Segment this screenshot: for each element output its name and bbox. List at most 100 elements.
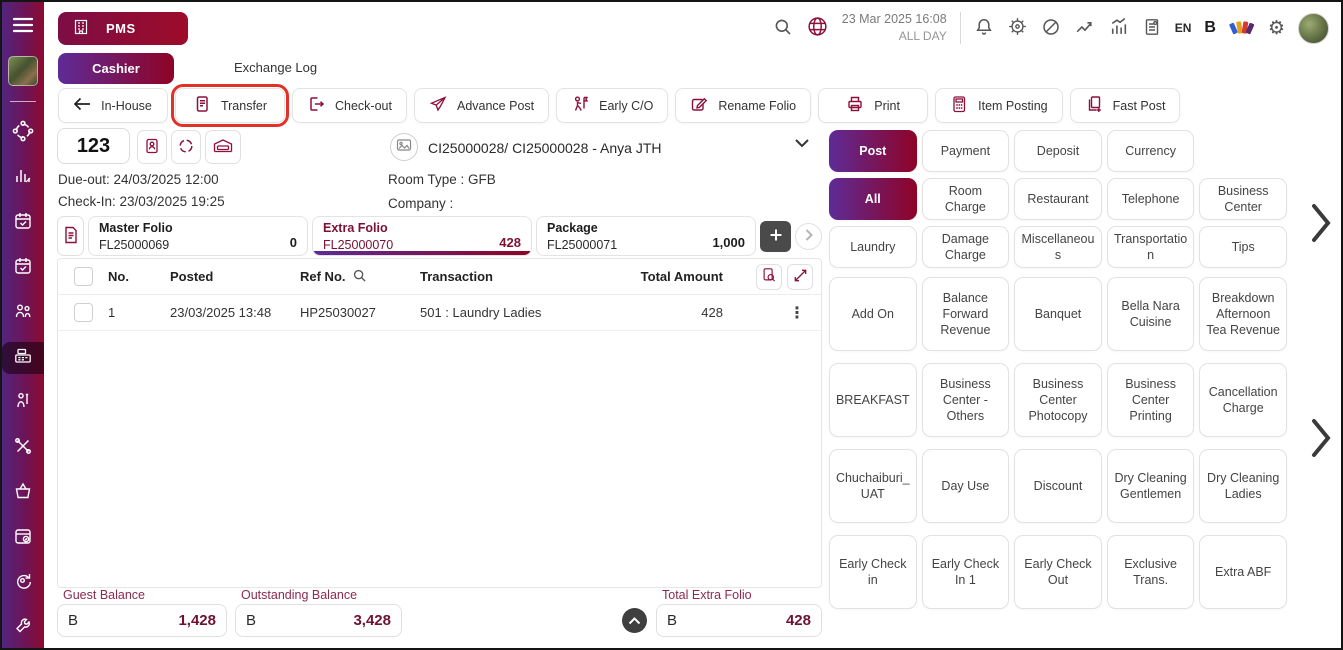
block-button[interactable]	[1041, 17, 1061, 40]
charge-item-button[interactable]: Cancellation Charge	[1199, 363, 1287, 437]
charge-item-button[interactable]: Early Check in	[829, 535, 917, 609]
rename-folio-button[interactable]: Rename Folio	[675, 88, 811, 123]
sidebar-item-housekeeping[interactable]	[2, 387, 44, 419]
expand-icon	[793, 268, 808, 286]
action-tab[interactable]: Payment	[922, 130, 1010, 172]
globe-button[interactable]	[806, 15, 829, 41]
folio-search-button[interactable]	[756, 264, 782, 290]
sidebar-item-cashier[interactable]	[2, 342, 44, 374]
folio-number: FL25000070	[323, 237, 393, 254]
charge-item-button[interactable]: Extra ABF	[1199, 535, 1287, 609]
check-out-button[interactable]: Check-out	[292, 88, 407, 123]
charge-item-button[interactable]: Day Use	[922, 449, 1010, 523]
charge-item-button[interactable]: Early Check Out	[1014, 535, 1102, 609]
room-type-button[interactable]	[205, 130, 241, 164]
filter-tab[interactable]: Transportation	[1107, 226, 1195, 268]
charge-item-button[interactable]: Breakdown Afternoon Tea Revenue	[1199, 277, 1287, 351]
currency-prefix: B	[667, 612, 677, 629]
sidebar-item-guests[interactable]	[2, 297, 44, 329]
panel-next-page-button-bottom[interactable]	[1310, 417, 1332, 462]
theme-button[interactable]	[1229, 16, 1255, 41]
row-menu-button[interactable]: ⋮	[753, 303, 821, 322]
collapse-panel-button[interactable]	[622, 608, 647, 633]
filter-tab[interactable]: Miscellaneous	[1014, 226, 1102, 268]
sidebar-item-planner[interactable]	[2, 522, 44, 554]
charge-item-button[interactable]: BREAKFAST	[829, 363, 917, 437]
filter-tab[interactable]: Business Center	[1199, 178, 1287, 220]
night-audit-button[interactable]	[1007, 16, 1028, 40]
ref-search-button[interactable]	[352, 268, 367, 286]
charge-item-button[interactable]: Banquet	[1014, 277, 1102, 351]
charge-item-button[interactable]: Bella Nara Cuisine	[1107, 277, 1195, 351]
sidebar-item-maintenance[interactable]	[2, 432, 44, 464]
early-co-button[interactable]: Early C/O	[556, 88, 668, 123]
transaction-row[interactable]: 1 23/03/2025 13:48 HP25030027 501 : Laun…	[58, 295, 821, 331]
filter-tab[interactable]: Damage Charge	[922, 226, 1010, 268]
action-tab[interactable]: Deposit	[1014, 130, 1102, 172]
charge-item-button[interactable]: Chuchaiburi_UAT	[829, 449, 917, 523]
item-posting-button[interactable]: Item Posting	[935, 88, 1062, 123]
print-button[interactable]: Print	[818, 88, 928, 123]
sidebar-item-shift-sync[interactable]	[2, 567, 44, 599]
guest-expand-button[interactable]	[794, 138, 810, 153]
tab-cashier[interactable]: Cashier	[58, 53, 174, 84]
sidebar-item-market[interactable]	[2, 477, 44, 509]
settings-button[interactable]: ⚙	[1268, 17, 1285, 39]
folio-name: Package	[547, 220, 617, 237]
user-avatar[interactable]	[1298, 13, 1329, 44]
currency-code-button[interactable]: B	[1204, 19, 1216, 37]
filter-tab[interactable]: Restaurant	[1014, 178, 1102, 220]
report-button[interactable]	[1142, 17, 1162, 40]
folio-tab-extra[interactable]: Extra Folio FL25000070 428	[312, 216, 532, 256]
in-house-button[interactable]: In-House	[58, 88, 168, 123]
fast-post-button[interactable]: Fast Post	[1070, 88, 1181, 123]
row-ref: HP25030027	[296, 305, 416, 320]
folio-tab-package[interactable]: Package FL25000071 1,000	[536, 216, 756, 256]
sidebar-item-dashboard[interactable]	[2, 117, 44, 149]
trend-button[interactable]	[1074, 16, 1095, 40]
select-all-checkbox[interactable]	[74, 267, 93, 286]
action-tab[interactable]: Currency	[1107, 130, 1195, 172]
filter-tab[interactable]: Tips	[1199, 226, 1287, 268]
add-folio-button[interactable]	[760, 221, 791, 252]
advance-post-button[interactable]: Advance Post	[414, 88, 549, 123]
next-folio-button[interactable]	[795, 223, 822, 250]
charge-item-button[interactable]: Early Check In 1	[922, 535, 1010, 609]
filter-tab[interactable]: Telephone	[1107, 178, 1195, 220]
registration-card-button[interactable]	[137, 130, 167, 164]
sidebar-item-statistics[interactable]	[2, 162, 44, 194]
folio-list-button[interactable]	[57, 216, 84, 256]
notifications-button[interactable]	[974, 17, 994, 40]
transfer-button[interactable]: Transfer	[175, 88, 285, 123]
filter-tab[interactable]: Room Charge	[922, 178, 1010, 220]
filter-tab[interactable]: Laundry	[829, 226, 917, 268]
panel-next-page-button-top[interactable]	[1310, 202, 1332, 247]
expand-table-button[interactable]	[787, 264, 813, 290]
statistics-button[interactable]	[1108, 16, 1129, 40]
person-sync-icon	[13, 571, 33, 596]
charge-item-button[interactable]: Discount	[1014, 449, 1102, 523]
room-status-cycle-button[interactable]	[171, 130, 201, 164]
language-button[interactable]: EN	[1175, 21, 1192, 35]
row-checkbox[interactable]	[74, 303, 93, 322]
sidebar-item-schedule[interactable]	[2, 252, 44, 284]
sidebar-item-calendar[interactable]	[2, 207, 44, 239]
folio-toolbar: In-House Transfer Check-out Advance Post…	[58, 88, 1180, 123]
folio-search-icon	[761, 267, 777, 286]
folio-tab-master[interactable]: Master Folio FL25000069 0	[88, 216, 308, 256]
menu-button[interactable]	[2, 11, 44, 43]
pms-module-button[interactable]: PMS	[58, 12, 188, 45]
charge-item-button[interactable]: Add On	[829, 277, 917, 351]
charge-item-button[interactable]: Business Center Photocopy	[1014, 363, 1102, 437]
action-tab[interactable]: Post	[829, 130, 917, 172]
sidebar-item-setup[interactable]	[2, 612, 44, 644]
filter-tab[interactable]: All	[829, 178, 917, 220]
tab-exchange-log[interactable]: Exchange Log	[234, 60, 317, 75]
charge-item-button[interactable]: Business Center Printing	[1107, 363, 1195, 437]
charge-item-button[interactable]: Exclusive Trans.	[1107, 535, 1195, 609]
charge-item-button[interactable]: Dry Cleaning Gentlemen	[1107, 449, 1195, 523]
charge-item-button[interactable]: Balance Forward Revenue	[922, 277, 1010, 351]
charge-item-button[interactable]: Business Center - Others	[922, 363, 1010, 437]
charge-item-button[interactable]: Dry Cleaning Ladies	[1199, 449, 1287, 523]
search-button[interactable]	[773, 17, 793, 40]
